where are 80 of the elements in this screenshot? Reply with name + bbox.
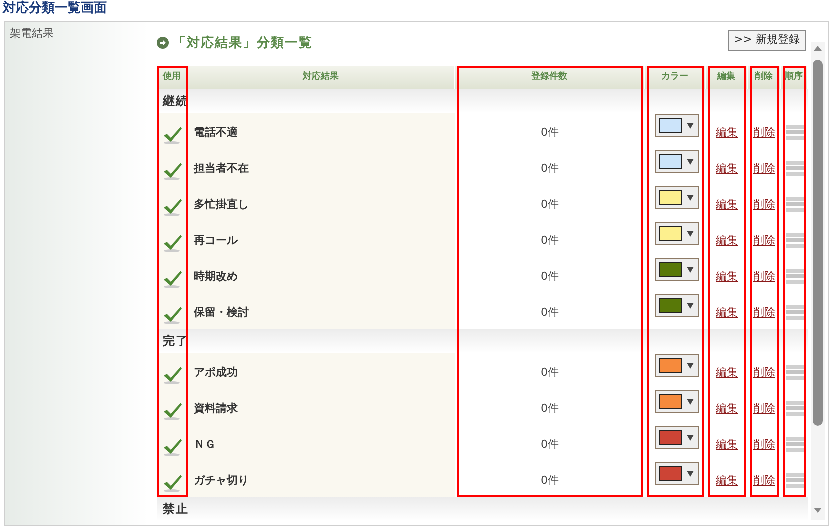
- caret-icon: [687, 398, 694, 404]
- checkmark-icon[interactable]: [163, 197, 183, 217]
- edit-link[interactable]: 編集: [716, 306, 738, 319]
- color-select[interactable]: [655, 354, 699, 377]
- delete-link[interactable]: 削除: [754, 162, 776, 175]
- color-select[interactable]: [655, 114, 699, 137]
- edit-link[interactable]: 編集: [716, 126, 738, 139]
- color-select[interactable]: [655, 294, 699, 317]
- sidebar-item[interactable]: 架電結果: [10, 27, 148, 41]
- count-text: 0件: [541, 402, 559, 415]
- color-select[interactable]: [655, 186, 699, 209]
- color-select[interactable]: [655, 150, 699, 173]
- caret-icon: [687, 302, 694, 308]
- new-button[interactable]: >> 新規登録: [728, 30, 806, 50]
- color-select[interactable]: [655, 258, 699, 281]
- delete-link[interactable]: 削除: [754, 438, 776, 451]
- checkmark-icon[interactable]: [163, 437, 183, 457]
- delete-link[interactable]: 削除: [754, 198, 776, 211]
- group-label: 禁止: [163, 501, 189, 518]
- color-select[interactable]: [655, 390, 699, 413]
- result-name: ＮＧ: [194, 438, 216, 451]
- result-name: 保留・検討: [194, 306, 249, 319]
- delete-link[interactable]: 削除: [754, 306, 776, 319]
- edit-link[interactable]: 編集: [716, 162, 738, 175]
- column-header: 登録件数: [455, 66, 645, 89]
- caret-icon: [687, 434, 694, 440]
- result-name: 多忙掛直し: [194, 198, 249, 211]
- delete-link[interactable]: 削除: [754, 402, 776, 415]
- checkmark-icon[interactable]: [163, 473, 183, 493]
- checkmark-icon[interactable]: [163, 401, 183, 421]
- caret-icon: [687, 470, 694, 476]
- checkmark-icon[interactable]: [163, 305, 183, 325]
- edit-link[interactable]: 編集: [716, 438, 738, 451]
- count-text: 0件: [541, 366, 559, 379]
- caret-icon: [687, 194, 694, 200]
- color-select[interactable]: [655, 222, 699, 245]
- count-text: 0件: [541, 270, 559, 283]
- result-name: ガチャ切り: [194, 474, 249, 487]
- delete-link[interactable]: 削除: [754, 234, 776, 247]
- count-text: 0件: [541, 162, 559, 175]
- caret-icon: [687, 266, 694, 272]
- edit-link[interactable]: 編集: [716, 234, 738, 247]
- arrow-right-icon: [157, 37, 169, 49]
- caret-icon: [687, 362, 694, 368]
- edit-link[interactable]: 編集: [716, 366, 738, 379]
- result-name: 資料請求: [194, 402, 238, 415]
- checkmark-icon[interactable]: [163, 161, 183, 181]
- caret-icon: [687, 230, 694, 236]
- edit-link[interactable]: 編集: [716, 270, 738, 283]
- edit-link[interactable]: 編集: [716, 402, 738, 415]
- delete-link[interactable]: 削除: [754, 366, 776, 379]
- color-select[interactable]: [655, 462, 699, 485]
- count-text: 0件: [541, 198, 559, 211]
- count-text: 0件: [541, 126, 559, 139]
- result-name: 時期改め: [194, 270, 238, 283]
- count-text: 0件: [541, 474, 559, 487]
- checkmark-icon[interactable]: [163, 269, 183, 289]
- count-text: 0件: [541, 438, 559, 451]
- result-name: 電話不適: [194, 126, 238, 139]
- result-name: 担当者不在: [194, 162, 249, 175]
- checkmark-icon[interactable]: [163, 125, 183, 145]
- result-name: アポ成功: [194, 366, 238, 379]
- edit-link[interactable]: 編集: [716, 474, 738, 487]
- count-text: 0件: [541, 306, 559, 319]
- scrollbar[interactable]: [811, 42, 825, 520]
- delete-link[interactable]: 削除: [754, 126, 776, 139]
- caret-icon: [687, 158, 694, 164]
- color-select[interactable]: [655, 426, 699, 449]
- count-text: 0件: [541, 234, 559, 247]
- checkmark-icon[interactable]: [163, 233, 183, 253]
- page-title: 対応分類一覧画面: [2, 0, 108, 18]
- group-label: 完了: [163, 333, 189, 350]
- result-name: 再コール: [194, 234, 238, 247]
- section-title: 「対応結果」分類一覧: [173, 34, 313, 54]
- column-header: 対応結果: [188, 66, 455, 89]
- delete-link[interactable]: 削除: [754, 474, 776, 487]
- delete-link[interactable]: 削除: [754, 270, 776, 283]
- caret-icon: [687, 122, 694, 128]
- checkmark-icon[interactable]: [163, 365, 183, 385]
- edit-link[interactable]: 編集: [716, 198, 738, 211]
